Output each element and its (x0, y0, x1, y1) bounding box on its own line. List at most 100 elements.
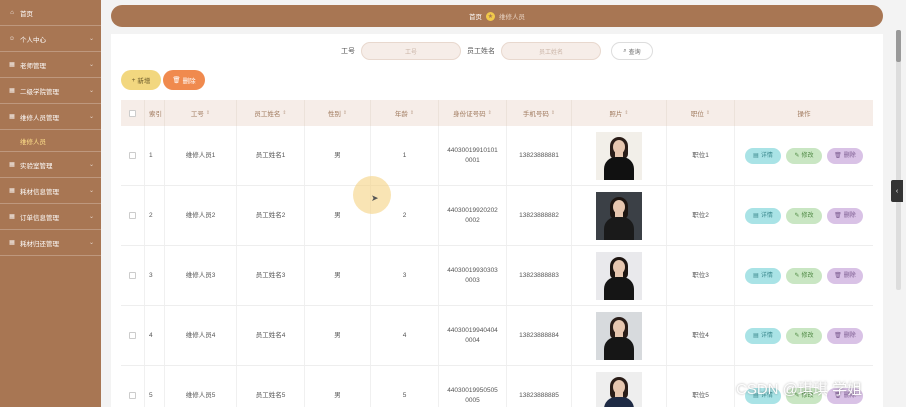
add-button-label: 新增 (137, 78, 151, 85)
chevron-left-icon: ‹ (895, 187, 899, 195)
sidebar-item[interactable]: ▦ 实验室管理 ⌄ (0, 152, 101, 178)
chevron-down-icon: ⌄ (88, 114, 94, 120)
detail-button[interactable]: ▤ 详情 (745, 267, 781, 284)
row-checkbox[interactable] (129, 152, 136, 159)
delete-label: 删除 (843, 212, 856, 219)
chevron-down-icon: ⌄ (88, 62, 94, 68)
cell-age: 5 (371, 366, 439, 407)
detail-button[interactable]: ▤ 详情 (745, 147, 781, 164)
edit-button[interactable]: ✎ 修改 (786, 147, 822, 164)
edit-label: 修改 (801, 332, 814, 339)
edit-button[interactable]: ✎ 修改 (786, 327, 822, 344)
id-card-part2: 0004 (465, 336, 480, 344)
sidebar-item[interactable]: ▦ 耗材信息管理 ⌄ (0, 178, 101, 204)
row-checkbox[interactable] (129, 212, 136, 219)
row-select-cell (121, 366, 145, 407)
row-checkbox[interactable] (129, 392, 136, 399)
row-checkbox[interactable] (129, 332, 136, 339)
detail-label: 详情 (760, 272, 773, 279)
scrollbar-thumb[interactable] (896, 30, 901, 62)
delete-button[interactable]: 🗑 删除 (827, 267, 863, 284)
sidebar-item[interactable]: ▦ 订单信息管理 ⌄ (0, 204, 101, 230)
cell-phone: 13823888885 (507, 366, 572, 407)
sidebar-item[interactable]: ▦ 耗材归还管理 ⌄ (0, 230, 101, 256)
header-index: 索引 (145, 100, 165, 126)
grid-icon: ▦ (9, 114, 15, 120)
sidebar-subitem-active[interactable]: 维修人员 (0, 130, 101, 152)
cell-gender: 男 (305, 126, 371, 185)
sidebar-item-label: 订单信息管理 (20, 214, 59, 222)
header-label: 职位 (690, 111, 704, 118)
detail-icon: ▤ (753, 212, 759, 219)
edit-button[interactable]: ✎ 修改 (786, 207, 822, 224)
id-card-part2: 0001 (465, 156, 480, 164)
employee-name-input[interactable]: 员工姓名 (501, 42, 601, 60)
search-button[interactable]: ⌕ 查询 (611, 42, 653, 60)
cell-phone: 13823888881 (507, 126, 572, 185)
edit-label: 修改 (801, 152, 814, 159)
header-label: 员工姓名 (254, 111, 281, 118)
header-photo[interactable]: 照片 ⇕ (572, 100, 667, 126)
edit-button[interactable]: ✎ 修改 (786, 267, 822, 284)
chevron-down-icon: ⌄ (88, 162, 94, 168)
select-all-checkbox[interactable] (129, 109, 136, 117)
cell-id-card: 44030019920202 0002 (439, 186, 507, 245)
header-phone[interactable]: 手机号码 ⇕ (507, 100, 572, 126)
employee-photo[interactable] (596, 191, 642, 240)
cell-index: 2 (145, 186, 165, 245)
header-job-no[interactable]: 工号 ⇕ (165, 100, 237, 126)
delete-button[interactable]: 🗑 删除 (827, 327, 863, 344)
detail-button[interactable]: ▤ 详情 (745, 207, 781, 224)
edit-label: 修改 (801, 212, 814, 219)
sidebar-item[interactable]: ⌂ 首页 (0, 0, 101, 26)
detail-icon: ▤ (753, 272, 759, 279)
sort-icon: ⇕ (409, 110, 415, 116)
employee-photo[interactable] (596, 131, 642, 180)
cell-position: 职位1 (667, 126, 735, 185)
sidebar-item[interactable]: ▦ 维修人员管理 ⌄ (0, 104, 101, 130)
vertical-scrollbar[interactable] (896, 30, 901, 290)
batch-delete-button[interactable]: 🗑 删除 (163, 70, 205, 90)
id-card-part1: 44030019930303 (447, 266, 498, 274)
cell-photo (572, 186, 667, 245)
header-id-card[interactable]: 身份证号码 ⇕ (439, 100, 507, 126)
grid-icon: ▦ (9, 240, 15, 246)
grid-icon: ▦ (9, 88, 15, 94)
header-label: 照片 (609, 111, 623, 118)
breadcrumb-current: 维修人员 (499, 14, 525, 21)
row-checkbox[interactable] (129, 272, 136, 279)
cell-id-card: 44030019940404 0004 (439, 306, 507, 365)
sidebar-item-label: 老师管理 (20, 62, 46, 70)
sidebar-item[interactable]: ▦ 二级学院管理 ⌄ (0, 78, 101, 104)
employee-photo[interactable] (596, 251, 642, 300)
header-operations: 操作 (797, 111, 811, 118)
cell-employee-name: 员工姓名1 (237, 126, 305, 185)
header-employee-name[interactable]: 员工姓名 ⇕ (237, 100, 305, 126)
delete-button[interactable]: 🗑 删除 (827, 147, 863, 164)
cell-job-no: 维修人员1 (165, 126, 237, 185)
header-age[interactable]: 年龄 ⇕ (371, 100, 439, 126)
job-no-input[interactable]: 工号 (361, 42, 461, 60)
breadcrumb-home[interactable]: 首页 (469, 11, 482, 21)
header-gender[interactable]: 性别 ⇕ (305, 100, 371, 126)
detail-label: 详情 (760, 152, 773, 159)
header-position[interactable]: 职位 ⇕ (667, 100, 735, 126)
table-header: 索引 工号 ⇕ 员工姓名 ⇕ 性别 ⇕ 年龄 ⇕ 身份证号码 ⇕ 手机号码 ⇕ 照片 ⇕ 职位… (121, 100, 873, 126)
pencil-icon: ✎ (794, 212, 800, 219)
sidebar-item[interactable]: ▦ 老师管理 ⌄ (0, 52, 101, 78)
trash-icon: 🗑 (834, 332, 842, 339)
delete-button[interactable]: 🗑 删除 (827, 207, 863, 224)
add-button[interactable]: + 新增 (121, 70, 161, 90)
cell-photo (572, 366, 667, 407)
cell-employee-name: 员工姓名5 (237, 366, 305, 407)
employee-photo[interactable] (596, 311, 642, 360)
chevron-down-icon: ⌄ (88, 88, 94, 94)
sidebar-item[interactable]: ☺ 个人中心 ⌄ (0, 26, 101, 52)
sort-icon: ⇕ (624, 110, 629, 116)
cell-gender: 男 (305, 366, 371, 407)
collapse-tab[interactable]: ‹ (891, 180, 903, 202)
table-row: 2 维修人员2 员工姓名2 男 2 44030019920202 0002 138238888… (121, 186, 873, 246)
employee-photo[interactable] (596, 371, 642, 407)
breadcrumb: 首页 ★ 维修人员 (111, 5, 883, 27)
detail-button[interactable]: ▤ 详情 (745, 327, 781, 344)
